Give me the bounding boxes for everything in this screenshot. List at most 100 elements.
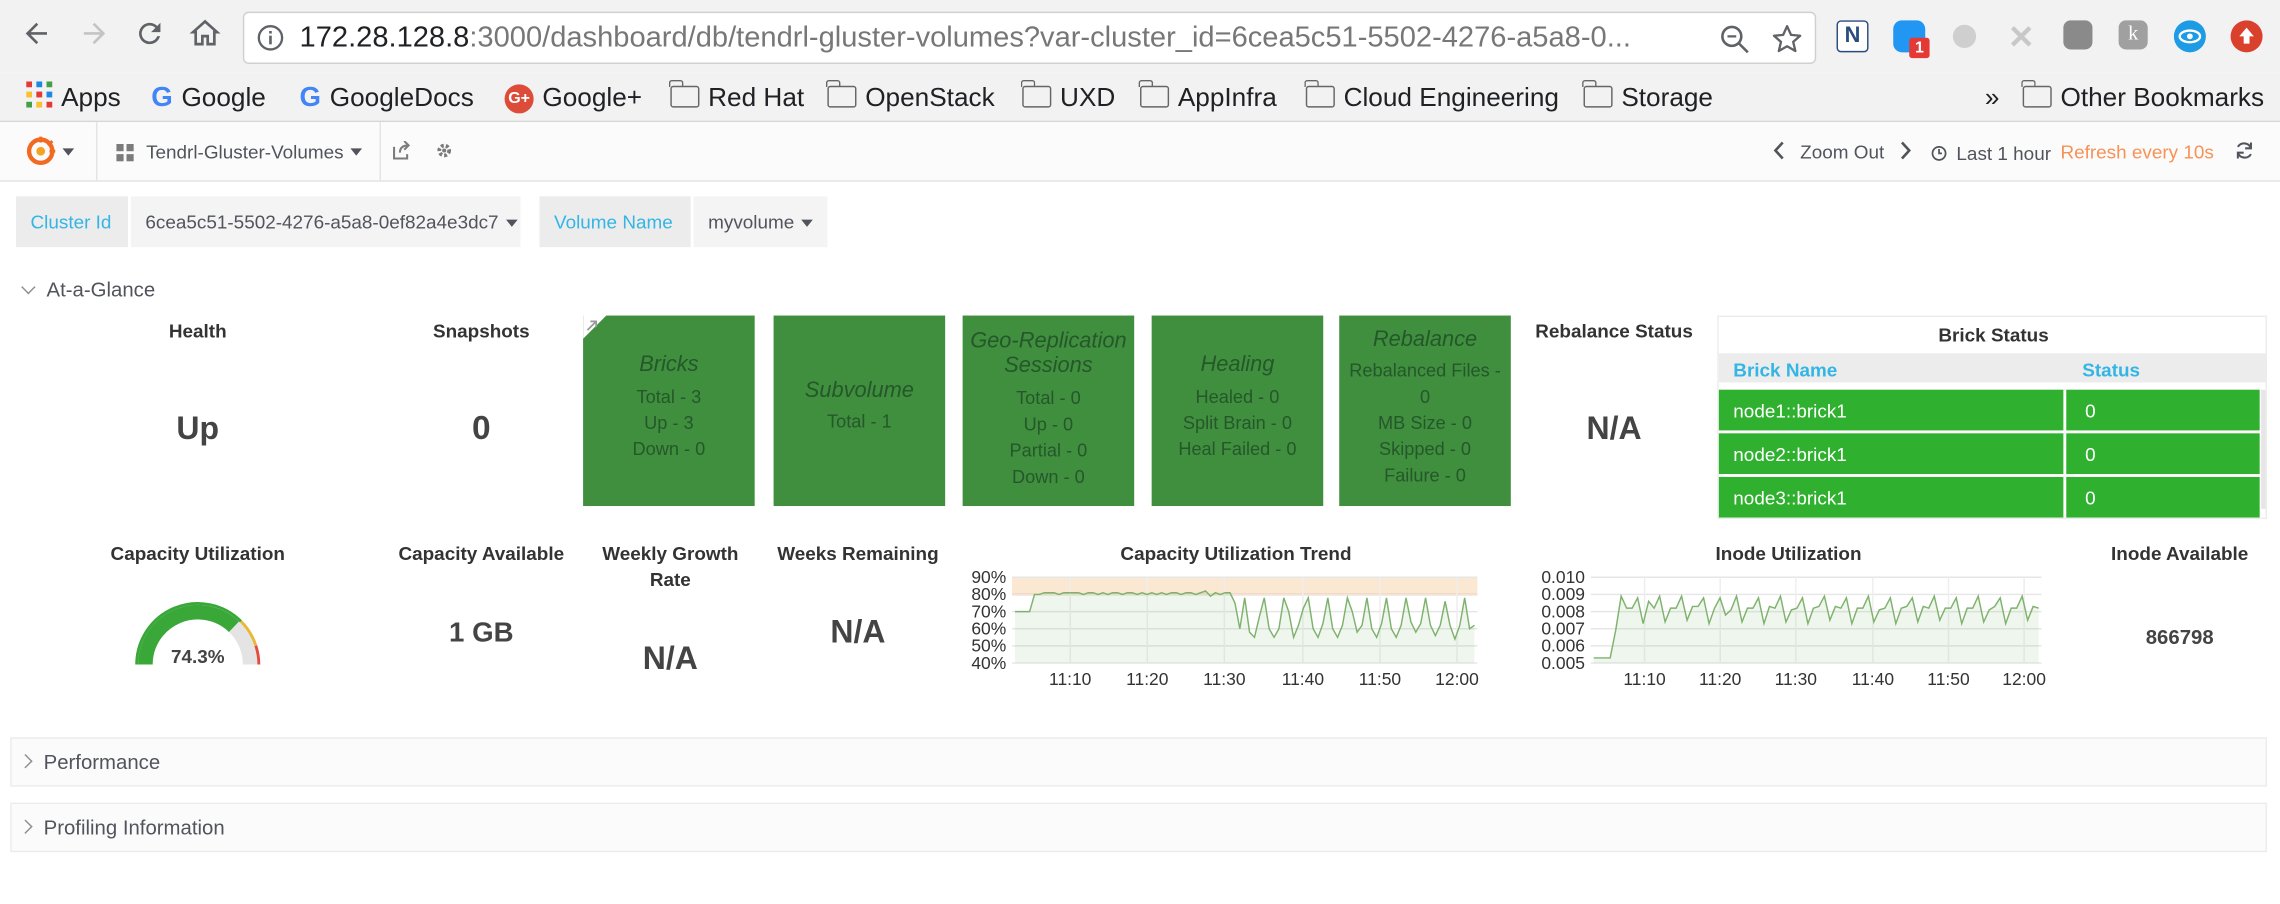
back-button[interactable] bbox=[17, 17, 55, 55]
home-button[interactable] bbox=[186, 17, 224, 55]
bookmark-appinfra[interactable]: AppInfra bbox=[1139, 79, 1277, 117]
bookmark-label: Red Hat bbox=[708, 82, 805, 112]
bookmark-apps[interactable]: Apps bbox=[26, 79, 121, 117]
extension-bulb-icon[interactable] bbox=[1952, 24, 1977, 48]
panel-title-capacity-utilization: Capacity Utilization bbox=[110, 542, 285, 565]
georep-up: Up - 0 bbox=[1023, 414, 1074, 435]
folder-icon bbox=[1021, 79, 1052, 108]
dashboard-picker[interactable]: Tendrl-Gluster-Volumes bbox=[116, 140, 363, 166]
extension-badge-count: 1 bbox=[1909, 37, 1930, 59]
refresh-interval-label[interactable]: Refresh every 10s bbox=[2060, 141, 2213, 163]
extension-x-icon[interactable] bbox=[2008, 23, 2034, 49]
geo-replication-panel[interactable]: Geo-Replication Sessions Total - 0 Up - … bbox=[962, 315, 1135, 507]
panel-title-inode-available: Inode Available bbox=[2111, 542, 2249, 565]
bookmark-google[interactable]: G Google bbox=[151, 79, 266, 117]
bookmarks-bar: Apps G Google G GoogleDocs G+ Google+ Red H… bbox=[0, 72, 2280, 123]
share-button[interactable] bbox=[393, 140, 412, 167]
variable-label-volume-name: Volume Name bbox=[539, 196, 691, 248]
zoom-search-icon[interactable] bbox=[1719, 23, 1751, 55]
table-scrollbar[interactable] bbox=[2261, 389, 2266, 509]
url-path: :3000/dashboard/db/tendrl-gluster-volume… bbox=[469, 21, 1631, 54]
chevron-down-icon bbox=[505, 219, 518, 227]
brick-name-cell: node2::brick1 bbox=[1733, 443, 1847, 466]
chevron-right-icon bbox=[1900, 141, 1912, 160]
capacity-utilization-value: 74.3% bbox=[170, 645, 225, 668]
zoom-out-button[interactable]: Zoom Out bbox=[1800, 141, 1884, 163]
divider bbox=[95, 122, 98, 181]
address-bar[interactable]: 172.28.128.8:3000/dashboard/db/tendrl-gl… bbox=[242, 11, 1817, 64]
extension-badge-icon[interactable]: 1 bbox=[1893, 20, 1930, 59]
bookmark-star-icon[interactable] bbox=[1771, 23, 1803, 55]
panel-title-brick-status: Brick Status bbox=[1938, 324, 2049, 347]
y-tick-label: 40% bbox=[971, 653, 1006, 673]
time-shift-forward-button[interactable] bbox=[1899, 141, 1912, 167]
bookmark-storage[interactable]: Storage bbox=[1582, 79, 1713, 117]
settings-button[interactable] bbox=[435, 141, 454, 167]
healing-healed: Healed - 0 bbox=[1195, 386, 1280, 408]
healing-panel[interactable]: Healing Healed - 0 Split Brain - 0 Heal … bbox=[1151, 315, 1324, 507]
google-plus-icon: G+ bbox=[504, 84, 534, 114]
georep-total: Total - 0 bbox=[1016, 388, 1081, 409]
x-tick-label: 11:40 bbox=[1282, 669, 1325, 689]
time-shift-back-button[interactable] bbox=[1773, 141, 1786, 167]
bookmarks-overflow-button[interactable]: » bbox=[1985, 79, 2000, 117]
bookmark-label: Google+ bbox=[542, 82, 643, 112]
column-header-status[interactable]: Status bbox=[2082, 359, 2140, 381]
bookmark-label: GoogleDocs bbox=[329, 82, 474, 112]
folder-icon bbox=[1304, 79, 1335, 108]
rebalance-skipped: Skipped - 0 bbox=[1379, 439, 1471, 460]
bookmark-cloud-engineering[interactable]: Cloud Engineering bbox=[1304, 79, 1559, 117]
cluster-id-value: 6cea5c51-5502-4276-a5a8-0ef82a4e3dc7 bbox=[145, 210, 499, 233]
bricks-title: Bricks bbox=[639, 351, 699, 377]
panel-title-rebalance-status: Rebalance Status bbox=[1535, 319, 1693, 342]
url-host: 172.28.128.8 bbox=[299, 21, 470, 54]
chevron-down-icon bbox=[801, 219, 814, 227]
bricks-total: Total - 3 bbox=[636, 386, 702, 408]
panel-title-weekly-growth-line2: Rate bbox=[649, 568, 691, 591]
rebalance-mb-size: MB Size - 0 bbox=[1378, 412, 1472, 434]
info-icon[interactable] bbox=[256, 23, 285, 52]
bookmark-uxd[interactable]: UXD bbox=[1021, 79, 1116, 117]
y-tick-label: 0.005 bbox=[1541, 653, 1585, 673]
external-link-icon[interactable] bbox=[583, 315, 607, 339]
bookmark-googledocs[interactable]: G GoogleDocs bbox=[300, 79, 474, 117]
rebalance-panel[interactable]: Rebalance Rebalanced Files - 0 MB Size -… bbox=[1339, 315, 1511, 507]
bookmark-label: UXD bbox=[1060, 82, 1116, 112]
bookmark-googleplus[interactable]: G+ Google+ bbox=[504, 79, 643, 117]
volume-name-select[interactable]: myvolume bbox=[693, 196, 828, 248]
url-text[interactable]: 172.28.128.8:3000/dashboard/db/tendrl-gl… bbox=[300, 22, 1631, 55]
browser-toolbar: 172.28.128.8:3000/dashboard/db/tendrl-gl… bbox=[0, 0, 2280, 73]
column-header-brick-name[interactable]: Brick Name bbox=[1733, 359, 1837, 381]
brick-status-cell: 0 bbox=[2085, 399, 2096, 422]
capacity-trend-chart[interactable]: 90%80%70%60%50%40%11:10 11:20 11:30 11:40 11… bbox=[960, 567, 1491, 698]
extension-k-icon[interactable]: k bbox=[2118, 20, 2148, 50]
update-icon[interactable] bbox=[2230, 20, 2263, 53]
reload-button[interactable] bbox=[131, 17, 169, 55]
refresh-button[interactable] bbox=[2235, 141, 2254, 167]
bookmark-other[interactable]: Other Bookmarks bbox=[2021, 79, 2264, 117]
volume-name-value: myvolume bbox=[708, 210, 795, 233]
bookmark-redhat[interactable]: Red Hat bbox=[669, 79, 805, 117]
cluster-id-select[interactable]: 6cea5c51-5502-4276-a5a8-0ef82a4e3dc7 bbox=[130, 196, 521, 248]
row-toggle-performance[interactable]: Performance bbox=[10, 737, 2267, 787]
x-tick-label: 11:10 bbox=[1049, 669, 1092, 689]
brick-status-cell: 0 bbox=[2085, 443, 2096, 466]
extension-n-icon[interactable]: N bbox=[1836, 20, 1869, 53]
time-range-picker[interactable]: Last 1 hour bbox=[1931, 141, 2051, 167]
bricks-panel[interactable]: Bricks Total - 3 Up - 3 Down - 0 bbox=[583, 315, 755, 507]
row-toggle-at-a-glance[interactable]: At-a-Glance bbox=[17, 276, 177, 305]
x-tick-label: 11:40 bbox=[1852, 669, 1895, 689]
rebalance-status-value: N/A bbox=[1586, 410, 1642, 447]
row-toggle-profiling[interactable]: Profiling Information bbox=[10, 802, 2267, 853]
inode-utilization-chart[interactable]: 0.0100.0090.0080.0070.0060.00511:10 11:20… bbox=[1530, 567, 2061, 698]
extension-eye-icon[interactable] bbox=[2173, 20, 2206, 53]
subvolume-panel[interactable]: Subvolume Total - 1 bbox=[773, 315, 946, 507]
grafana-menu-button[interactable] bbox=[25, 135, 83, 167]
forward-button[interactable] bbox=[76, 17, 114, 55]
rebalance-failure: Failure - 0 bbox=[1384, 465, 1466, 486]
series-area bbox=[1593, 596, 2039, 664]
x-tick-label: 11:20 bbox=[1126, 669, 1169, 689]
bookmark-label: Storage bbox=[1621, 82, 1713, 112]
extension-shield-icon[interactable] bbox=[2063, 20, 2093, 50]
bookmark-openstack[interactable]: OpenStack bbox=[826, 79, 995, 117]
